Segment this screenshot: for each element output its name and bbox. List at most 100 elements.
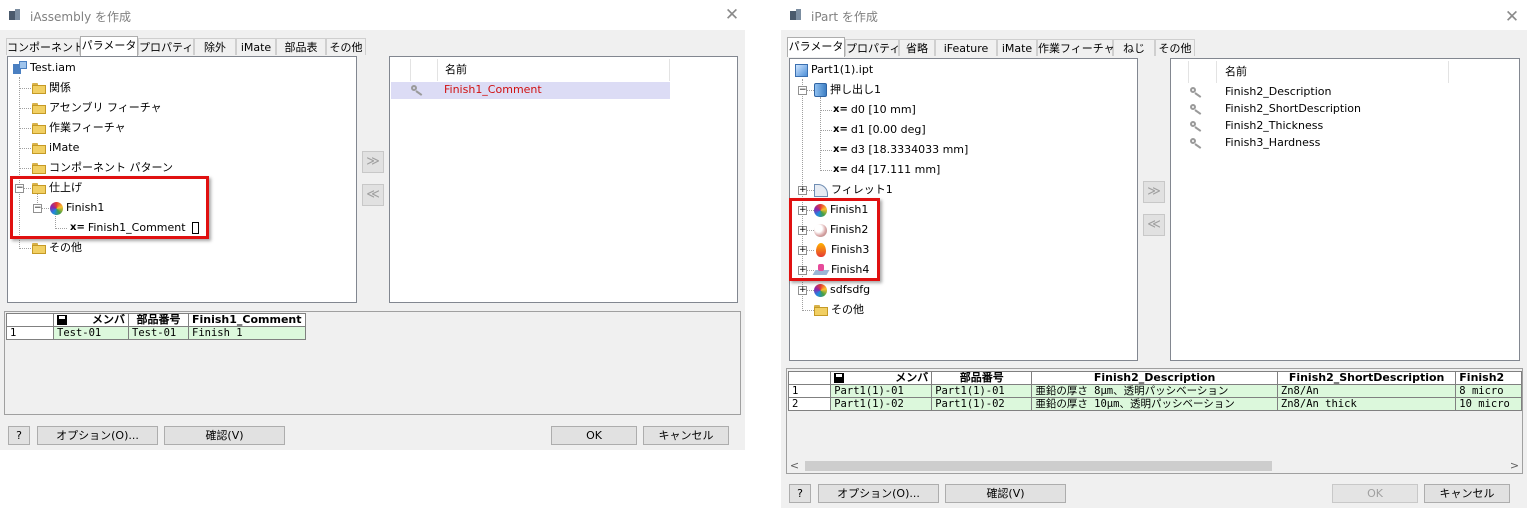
tab-parameters[interactable]: パラメータ [787, 37, 845, 57]
column-header-name[interactable]: 名前 [1225, 61, 1247, 83]
tab-parameters[interactable]: パラメータ [80, 36, 138, 56]
ok-button[interactable]: OK [551, 426, 637, 445]
tab-bar: コンポーネント パラメータ プロパティ 除外 iMate 部品表 その他 [0, 36, 745, 58]
folder-icon [32, 162, 46, 174]
verify-button[interactable]: 確認(V) [945, 484, 1066, 503]
tab-exclude[interactable]: 除外 [194, 38, 236, 55]
selected-parameters-list[interactable]: 名前 Finish2_Description Finish2_ShortDesc… [1170, 58, 1520, 361]
selected-parameters-list[interactable]: 名前 Finish1_Comment [389, 56, 738, 303]
add-parameter-button[interactable]: ≫ [362, 151, 384, 173]
tab-other[interactable]: その他 [326, 38, 366, 55]
tree-node-fillet1[interactable]: フィレット1 [814, 182, 893, 198]
remove-parameter-button[interactable]: ≪ [362, 184, 384, 206]
dialog-title: iAssembly を作成 [30, 10, 131, 24]
close-icon[interactable]: ✕ [721, 4, 743, 26]
list-item[interactable]: Finish1_Comment [391, 82, 670, 99]
highlight-box [789, 198, 880, 281]
list-item[interactable]: Finish2_Description [1172, 84, 1448, 101]
member-table-area[interactable]: メンバ 部品番号 Finish2_Description Finish2_Sho… [786, 368, 1523, 474]
folder-icon [32, 122, 46, 134]
key-icon [1190, 121, 1202, 131]
tab-bom[interactable]: 部品表 [276, 38, 326, 55]
tab-properties[interactable]: プロパティ [138, 38, 194, 55]
tab-threads[interactable]: ねじ [1113, 39, 1155, 56]
title-bar: iAssembly を作成 ✕ [0, 0, 745, 30]
tab-imate[interactable]: iMate [997, 39, 1037, 56]
tree-param-d3[interactable]: x= d3 [18.3334033 mm] [833, 142, 968, 158]
collapse-icon[interactable]: − [798, 86, 807, 95]
tree-param-d4[interactable]: x= d4 [17.111 mm] [833, 162, 940, 178]
expand-icon[interactable]: + [798, 286, 807, 295]
folder-icon [32, 142, 46, 154]
tab-bar: パラメータ プロパティ 省略 iFeature iMate 作業フィーチャ ねじ… [781, 37, 1527, 59]
ok-button[interactable]: OK [1332, 484, 1418, 503]
member-table[interactable]: メンバ 部品番号 Finish2_Description Finish2_Sho… [787, 371, 1522, 411]
tab-components[interactable]: コンポーネント [6, 38, 84, 55]
tree-node-extrude1[interactable]: 押し出し1 [814, 82, 881, 98]
options-button[interactable]: オプション(O)... [818, 484, 939, 503]
list-item[interactable]: Finish2_ShortDescription [1172, 101, 1448, 118]
table-row[interactable]: 1 Part1(1)-01 Part1(1)-01 亜鉛の厚さ 8μm、透明パッ… [787, 384, 1522, 398]
scrollbar-thumb[interactable] [805, 461, 1272, 471]
tree-param-d1[interactable]: x= d1 [0.00 deg] [833, 122, 926, 138]
tree-folder-component-pattern[interactable]: コンポーネント パターン [32, 160, 173, 176]
inventor-app-icon [9, 9, 21, 21]
tab-other[interactable]: その他 [1155, 39, 1195, 56]
scroll-left-icon[interactable]: < [787, 458, 802, 473]
appearance-sphere-icon [814, 283, 827, 297]
dialog-title: iPart を作成 [811, 10, 878, 24]
scroll-right-icon[interactable]: > [1507, 458, 1522, 473]
folder-icon [32, 242, 46, 254]
options-button[interactable]: オプション(O)... [37, 426, 158, 445]
tab-imate[interactable]: iMate [236, 38, 276, 55]
key-icon [411, 85, 423, 95]
key-icon [1190, 104, 1202, 114]
parameter-icon: x= [833, 144, 848, 155]
parameter-icon: x= [833, 164, 848, 175]
iassembly-dialog: iAssembly を作成 ✕ コンポーネント パラメータ プロパティ 除外 i… [0, 0, 745, 450]
close-icon[interactable]: ✕ [1501, 6, 1523, 28]
help-button[interactable]: ? [789, 484, 811, 503]
expand-icon[interactable]: + [798, 186, 807, 195]
title-bar: iPart を作成 ✕ [781, 0, 1527, 30]
table-row[interactable]: 2 Part1(1)-02 Part1(1)-02 亜鉛の厚さ 10μm、透明パ… [787, 397, 1522, 411]
verify-button[interactable]: 確認(V) [164, 426, 285, 445]
assembly-icon [13, 61, 27, 75]
tab-work-features[interactable]: 作業フィーチャ [1037, 39, 1115, 56]
extrude-icon [814, 83, 827, 97]
tab-suppress[interactable]: 省略 [899, 39, 935, 56]
list-item[interactable]: Finish2_Thickness [1172, 118, 1448, 135]
tab-ifeature[interactable]: iFeature [935, 39, 997, 56]
tree-folder-imate[interactable]: iMate [32, 140, 79, 156]
column-header-name[interactable]: 名前 [445, 59, 467, 81]
tab-properties[interactable]: プロパティ [845, 39, 900, 56]
remove-parameter-button[interactable]: ≪ [1143, 214, 1165, 236]
tree-folder-assembly-features[interactable]: アセンブリ フィーチャ [32, 100, 162, 116]
table-row[interactable]: 1 Test-01 Test-01 Finish 1 [6, 326, 306, 340]
tree-root-assembly[interactable]: Test.iam [13, 60, 76, 76]
key-icon [1190, 87, 1202, 97]
part-icon [795, 63, 808, 77]
member-table[interactable]: メンバ 部品番号 Finish1_Comment 1 Test-01 Test-… [6, 313, 306, 340]
tree-param-d0[interactable]: x= d0 [10 mm] [833, 102, 916, 118]
add-parameter-button[interactable]: ≫ [1143, 181, 1165, 203]
tree-folder-relations[interactable]: 関係 [32, 80, 71, 96]
horizontal-scrollbar[interactable]: < > [787, 458, 1522, 473]
tree-root-part[interactable]: Part1(1).ipt [795, 62, 873, 78]
tree-node-sdfsdfg[interactable]: sdfsdfg [814, 282, 870, 298]
folder-icon [814, 304, 828, 316]
cancel-button[interactable]: キャンセル [643, 426, 729, 445]
key-icon [1190, 138, 1202, 148]
list-item[interactable]: Finish3_Hardness [1172, 135, 1448, 152]
inventor-app-icon [790, 9, 802, 21]
cancel-button[interactable]: キャンセル [1424, 484, 1510, 503]
tree-folder-other[interactable]: その他 [32, 240, 82, 256]
tree-folder-other[interactable]: その他 [814, 302, 864, 318]
parameter-icon: x= [833, 104, 848, 115]
help-button[interactable]: ? [8, 426, 30, 445]
parameter-icon: x= [833, 124, 848, 135]
fillet-icon [814, 183, 828, 197]
folder-icon [32, 102, 46, 114]
save-icon [834, 373, 845, 383]
tree-folder-work-features[interactable]: 作業フィーチャ [32, 120, 126, 136]
